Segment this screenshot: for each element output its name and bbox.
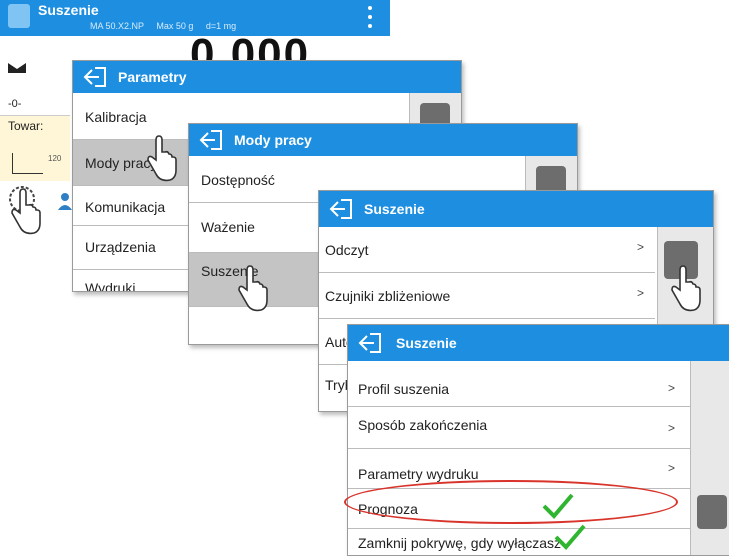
menu-item-label: Kalibracja — [85, 109, 147, 125]
small-value: 120 — [48, 154, 62, 163]
hand-pointer-icon — [142, 130, 182, 186]
parametry-title: Parametry — [118, 69, 187, 85]
menu-item-sposob-zakonczenia[interactable]: Sposób zakończenia > — [348, 407, 690, 449]
back-arrow-icon[interactable] — [358, 332, 382, 354]
mody-pracy-title: Mody pracy — [234, 132, 312, 148]
prognoza-highlight-ellipse — [344, 480, 678, 524]
menu-item-label: Odczyt — [325, 242, 369, 258]
menu-item-label: Zamknij pokrywę, gdy wyłączasz — [358, 535, 562, 551]
hand-pointer-icon — [6, 183, 46, 239]
stability-icon — [8, 60, 26, 73]
menu-item-label: Wydruki — [85, 280, 136, 292]
chevron-right-icon: > — [668, 381, 676, 395]
kebab-menu-icon[interactable] — [366, 6, 374, 30]
towar-label: Towar: — [8, 119, 44, 133]
towar-panel: Towar: 120 — [0, 115, 70, 181]
bargraph-icon — [12, 153, 43, 174]
chevron-right-icon: > — [668, 421, 676, 435]
suszenie-detail-title: Suszenie — [396, 335, 457, 351]
main-title: Suszenie — [38, 2, 99, 18]
back-arrow-icon[interactable] — [329, 198, 353, 220]
menu-item-profil-suszenia[interactable]: Profil suszenia > — [348, 365, 690, 407]
hand-pointer-icon — [666, 260, 706, 316]
menu-item-zamknij-pokrywe[interactable]: Zamknij pokrywę, gdy wyłączasz — [348, 524, 690, 555]
suszenie-header: Suszenie — [319, 191, 713, 227]
chevron-right-icon: > — [637, 240, 645, 254]
menu-item-label: Urządzenia — [85, 239, 156, 255]
menu-item-label: Dostępność — [201, 172, 275, 188]
menu-item-label: Profil suszenia — [358, 381, 450, 397]
suszenie-title: Suszenie — [364, 201, 425, 217]
back-arrow-icon[interactable] — [83, 66, 107, 88]
menu-item-label: Czujniki zbliżeniowe — [325, 288, 451, 304]
zero-indicator: -0- — [8, 98, 22, 110]
back-arrow-icon[interactable] — [199, 129, 223, 151]
menu-item-label: Parametry wydruku — [358, 466, 479, 482]
chevron-right-icon: > — [637, 286, 645, 300]
app-icon — [8, 4, 30, 28]
user-icon[interactable] — [58, 192, 72, 210]
menu-item-label: Sposób zakończenia — [358, 417, 488, 433]
suszenie-detail-header: Suszenie — [348, 325, 729, 361]
scrollbar-track[interactable] — [690, 361, 729, 555]
parametry-header: Parametry — [73, 61, 461, 93]
menu-item-odczyt[interactable]: Odczyt > — [319, 227, 655, 273]
chevron-right-icon: > — [668, 461, 676, 475]
menu-item-label: Ważenie — [201, 219, 255, 235]
mody-pracy-header: Mody pracy — [189, 124, 577, 156]
scrollbar-thumb[interactable] — [697, 495, 727, 529]
hand-pointer-icon — [233, 260, 273, 316]
menu-item-czujniki[interactable]: Czujniki zbliżeniowe > — [319, 273, 655, 319]
menu-item-label: Komunikacja — [85, 199, 166, 215]
checkmark-icon — [553, 523, 587, 551]
